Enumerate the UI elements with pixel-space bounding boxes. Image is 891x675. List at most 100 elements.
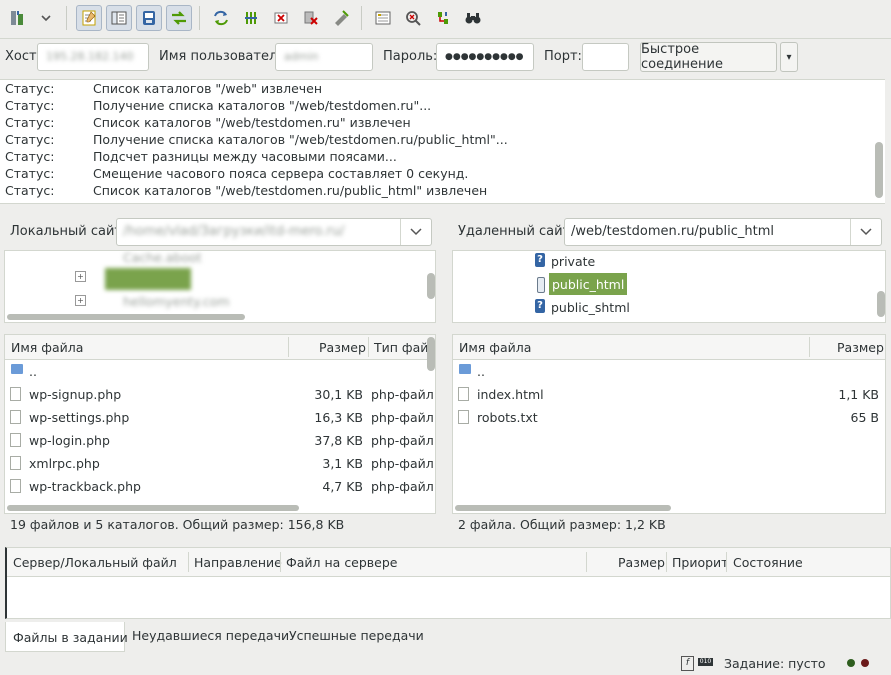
remote-path-combo[interactable]: /web/testdomen.ru/public_html [564, 218, 882, 246]
file-row[interactable]: robots.txt 65 B [453, 406, 885, 429]
tree-item[interactable]: + hellomyenty.com [5, 290, 425, 313]
local-tree[interactable]: Cache.aboot + testdomen + hellomyenty.co… [4, 250, 436, 323]
tab-failed-transfers[interactable]: Неудавшиеся передачи [132, 622, 289, 648]
column-server-local[interactable]: Сервер/Локальный файл [13, 555, 177, 570]
local-list-hscrollbar[interactable] [7, 505, 299, 511]
quickconnect-history-button[interactable]: ▾ [780, 42, 798, 72]
remote-site-pane: Удаленный сайт: /web/testdomen.ru/public… [448, 210, 891, 325]
chevron-down-icon[interactable] [400, 219, 431, 245]
transfer-queue[interactable]: Сервер/Локальный файл Направление Файл н… [5, 547, 891, 619]
file-row[interactable]: wp-settings.php 16,3 KB php-файл [5, 406, 434, 429]
remote-tree-scrollbar[interactable] [877, 291, 885, 317]
log-row: Статус: Список каталогов "/web/testdomen.… [5, 115, 411, 132]
disconnect-icon[interactable] [298, 5, 324, 31]
column-name[interactable]: Имя файла [459, 340, 531, 355]
file-row[interactable]: .. [453, 360, 885, 383]
column-size[interactable]: Размер [618, 555, 665, 570]
host-field[interactable]: 195.28.182.140 [37, 43, 149, 71]
column-divider[interactable] [188, 552, 189, 572]
tab-successful-transfers[interactable]: Успешные передачи [289, 622, 424, 648]
column-size[interactable]: Размер [319, 340, 366, 355]
file-name: robots.txt [477, 410, 538, 425]
column-divider[interactable] [586, 552, 587, 572]
column-remote-file[interactable]: Файл на сервере [286, 555, 398, 570]
file-row[interactable]: .. [5, 360, 425, 383]
tree-item[interactable]: Cache.aboot [5, 250, 425, 269]
log-row: Статус: Получение списка каталогов "/web/… [5, 98, 431, 115]
compare-directories-icon[interactable] [400, 5, 426, 31]
refresh-icon[interactable] [208, 5, 234, 31]
file-row[interactable]: wp-trackback.php 4,7 KB php-файл [5, 475, 434, 498]
file-row[interactable]: index.html 1,1 KB [453, 383, 885, 406]
tree-item-label: Cache.aboot [123, 250, 202, 265]
file-icon: f [681, 656, 694, 671]
toggle-local-tree-icon[interactable] [106, 5, 132, 31]
remote-tree[interactable]: ? private public_html ? public_shtml [452, 250, 886, 323]
local-list-scrollbar[interactable] [427, 337, 435, 371]
binary-icon: 010 [698, 658, 713, 666]
local-site-pane: Локальный сайт: /home/vlad/Загрузки/itd-… [0, 210, 440, 325]
column-size[interactable]: Размер [837, 340, 884, 355]
reconnect-icon[interactable] [328, 5, 354, 31]
toggle-log-icon[interactable] [76, 5, 102, 31]
toggle-queue-icon[interactable] [166, 5, 192, 31]
message-log[interactable]: Статус: Список каталогов "/web" извлечен … [0, 79, 885, 204]
password-label: Пароль: [383, 49, 438, 64]
log-scrollbar[interactable] [875, 142, 883, 198]
sync-browsing-icon[interactable] [430, 5, 456, 31]
file-row[interactable]: xmlrpc.php 3,1 KB php-файл [5, 452, 434, 475]
remote-list-hscrollbar[interactable] [455, 505, 671, 511]
local-tree-hscrollbar[interactable] [7, 314, 245, 320]
column-state[interactable]: Состояние [733, 555, 803, 570]
tree-item-selected[interactable]: public_html [453, 273, 873, 296]
chevron-down-icon[interactable] [850, 219, 881, 245]
tree-item[interactable]: ? public_shtml [453, 296, 873, 319]
username-value: admin [284, 50, 319, 63]
remote-file-header: Имя файла Размер [453, 335, 885, 360]
main-toolbar [0, 0, 891, 39]
process-queue-icon[interactable] [238, 5, 264, 31]
remote-file-list[interactable]: Имя файла Размер .. index.html 1,1 KB ro… [452, 334, 886, 514]
column-divider[interactable] [368, 337, 369, 357]
column-divider[interactable] [666, 552, 667, 572]
column-direction[interactable]: Направление [194, 555, 282, 570]
directory-filter-icon[interactable] [370, 5, 396, 31]
local-tree-scrollbar[interactable] [427, 273, 435, 299]
toolbar-separator [66, 6, 67, 30]
log-key: Статус: [5, 166, 55, 181]
toggle-remote-tree-icon[interactable] [136, 5, 162, 31]
password-field[interactable]: ●●●●●●●●●● [436, 43, 534, 71]
column-name[interactable]: Имя файла [11, 340, 83, 355]
column-priority[interactable]: Приорите [672, 555, 726, 570]
search-icon[interactable] [460, 5, 486, 31]
local-file-list[interactable]: Имя файла Размер Тип фай .. wp-signup.ph… [4, 334, 436, 514]
column-divider[interactable] [809, 337, 810, 357]
column-divider[interactable] [726, 552, 727, 572]
column-divider[interactable] [288, 337, 289, 357]
file-type: php-файл [371, 456, 434, 471]
local-path-combo[interactable]: /home/vlad/Загрузки/itd-mero.ru/ [116, 218, 432, 246]
unknown-folder-icon: ? [535, 253, 545, 267]
expand-icon[interactable]: + [75, 295, 86, 306]
file-icon [10, 387, 21, 401]
username-field[interactable]: admin [275, 43, 373, 71]
file-row[interactable]: wp-login.php 37,8 KB php-файл [5, 429, 434, 452]
file-type: php-файл [371, 410, 434, 425]
chevron-down-icon[interactable] [33, 5, 59, 31]
quickconnect-button[interactable]: Быстрое соединение [640, 42, 777, 72]
tree-item[interactable]: ? private [453, 251, 873, 273]
site-manager-icon[interactable] [4, 5, 30, 31]
column-divider[interactable] [280, 552, 281, 572]
queue-header: Сервер/Локальный файл Направление Файл н… [7, 548, 890, 577]
column-type[interactable]: Тип фай [374, 340, 428, 355]
file-row[interactable]: wp-signup.php 30,1 KB php-файл [5, 383, 434, 406]
tab-queued-files[interactable]: Файлы в задании [5, 622, 128, 652]
file-name: .. [477, 364, 485, 379]
tree-item[interactable]: + testdomen [5, 268, 425, 291]
file-size: 1,1 KB [838, 387, 879, 402]
log-row: Статус: Получение списка каталогов "/web/… [5, 132, 508, 149]
log-key: Статус: [5, 98, 55, 113]
expand-icon[interactable]: + [75, 271, 86, 282]
cancel-operation-icon[interactable] [268, 5, 294, 31]
port-field[interactable] [582, 43, 629, 71]
